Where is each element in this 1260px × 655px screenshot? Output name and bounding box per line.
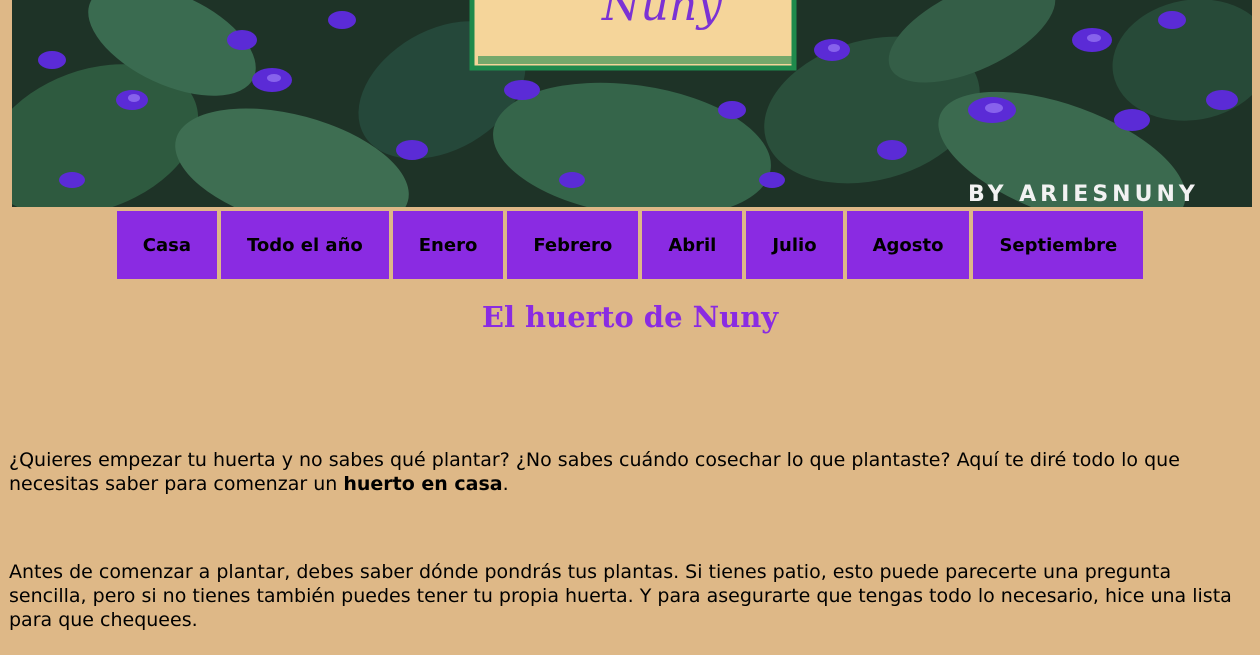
banner-credit: BY ARIESNUNY [968,182,1199,207]
main-navigation: Casa Todo el año Enero Febrero Abril Jul… [0,211,1260,279]
page-title: El huerto de Nuny [481,300,779,334]
header-banner-image: Nuny BY ARIESNUNY [12,0,1252,207]
nav-item-enero[interactable]: Enero [392,211,504,279]
intro-paragraph: ¿Quieres empezar tu huerta y no sabes qu… [9,448,1253,496]
nav-item-julio[interactable]: Julio [746,211,843,279]
body-paragraph: Antes de comenzar a plantar, debes saber… [9,561,1232,631]
nav-item-todo-el-ano[interactable]: Todo el año [221,211,389,279]
intro-end: . [502,473,509,495]
nav-item-agosto[interactable]: Agosto [846,211,970,279]
nav-item-abril[interactable]: Abril [642,211,743,279]
intro-text: ¿Quieres empezar tu huerta y no sabes qu… [9,449,1180,495]
intro-emphasis: huerto en casa [343,473,503,495]
flower-photo: Nuny BY ARIESNUNY [12,0,1252,207]
nav-item-casa[interactable]: Casa [116,211,217,279]
nav-item-febrero[interactable]: Febrero [507,211,639,279]
logo-script-text: Nuny [601,0,723,31]
nav-item-septiembre[interactable]: Septiembre [973,211,1144,279]
